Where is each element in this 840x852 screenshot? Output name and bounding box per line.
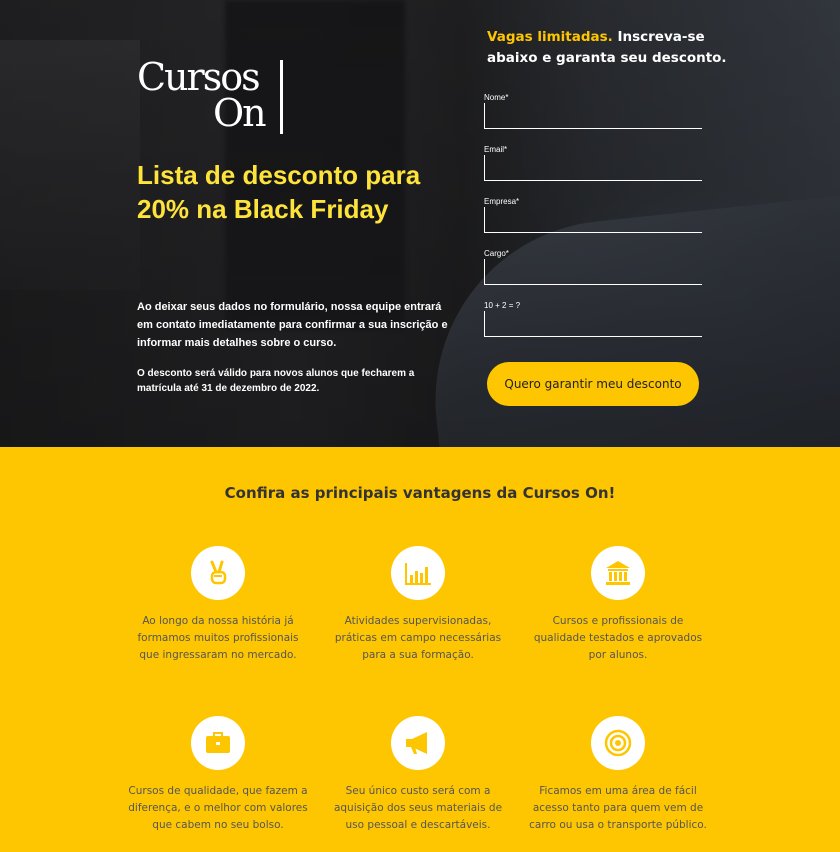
bar-chart-icon (391, 546, 445, 600)
benefit-text: Ficamos em uma área de fácil acesso tant… (529, 785, 707, 831)
role-input[interactable] (484, 259, 702, 285)
email-input[interactable] (484, 155, 702, 181)
discount-note: O desconto será válido para novos alunos… (137, 368, 415, 394)
captcha-label: 10 + 2 = ? (484, 301, 521, 310)
victory-hand-icon (191, 546, 245, 600)
megaphone-icon (391, 716, 445, 770)
form-title-highlight: Vagas limitadas. (487, 29, 613, 45)
hero-section: Cursos On Lista de desconto para 20% na … (0, 0, 840, 447)
benefit-text: Atividades supervisionadas, práticas em … (334, 615, 502, 661)
email-field: Email* (484, 145, 702, 189)
logo-bar (280, 60, 283, 134)
email-label: Email* (484, 145, 508, 154)
company-input[interactable] (484, 207, 702, 233)
benefit-text: Cursos e profissionais de qualidade test… (533, 615, 703, 661)
captcha-input[interactable] (484, 311, 702, 337)
form-title: Vagas limitadas. Inscreva-se abaixo e ga… (487, 27, 727, 69)
benefits-title: Confira as principais vantagens da Curso… (224, 484, 616, 502)
name-label: Nome* (484, 93, 509, 102)
name-field: Nome* (484, 93, 702, 137)
intro-text: Ao deixar seus dados no formulário, noss… (137, 301, 448, 349)
role-label: Cargo* (484, 249, 509, 258)
benefit-text: Ao longo da nossa história já formamos m… (137, 615, 299, 661)
page-headline: Lista de desconto para 20% na Black Frid… (137, 160, 421, 224)
briefcase-icon (191, 716, 245, 770)
captcha-field: 10 + 2 = ? (484, 301, 702, 345)
institution-icon (591, 546, 645, 600)
name-input[interactable] (484, 103, 702, 129)
cursos-on-logo: Cursos On (137, 58, 287, 136)
logo-word-on: On (213, 91, 267, 135)
benefit-text: Seu único custo será com a aquisição dos… (333, 785, 503, 831)
company-label: Empresa* (484, 197, 520, 206)
target-icon (591, 716, 645, 770)
role-field: Cargo* (484, 249, 702, 293)
benefit-text: Cursos de qualidade, que fazem a diferen… (128, 785, 308, 831)
company-field: Empresa* (484, 197, 702, 241)
submit-button[interactable]: Quero garantir meu desconto (487, 362, 699, 406)
